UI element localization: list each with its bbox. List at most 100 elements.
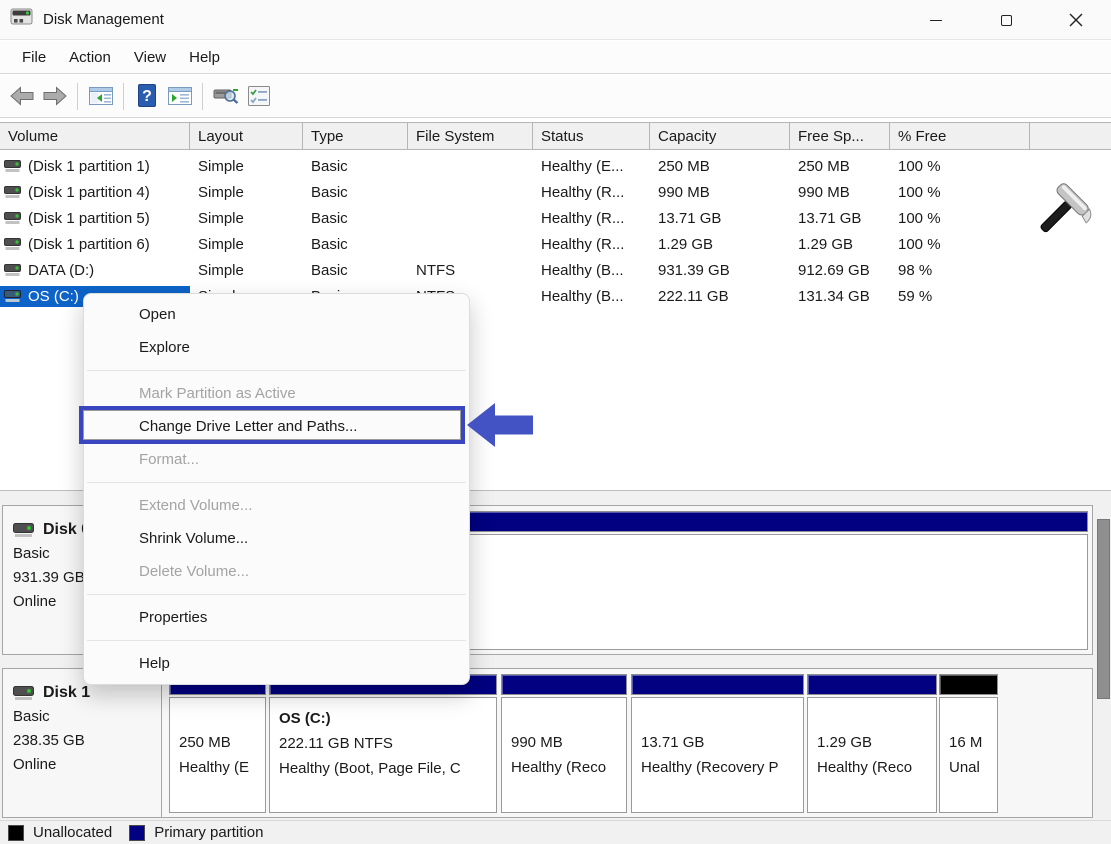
menu-separator: [87, 640, 466, 641]
scrollbar-thumb[interactable]: [1097, 519, 1110, 699]
disk-management-window: Disk Management File Action View Help: [0, 0, 1111, 844]
partition-body: 13.71 GB Healthy (Recovery P: [631, 697, 804, 813]
menu-help[interactable]: Help: [178, 49, 232, 66]
cell-free-space: 250 MB: [790, 158, 890, 175]
legend-primary-partition: Primary partition: [129, 824, 263, 841]
legend-unallocated: Unallocated: [8, 824, 112, 841]
partition-size: 990 MB: [511, 730, 617, 755]
column-header-type[interactable]: Type: [303, 123, 408, 149]
help-button[interactable]: ?: [130, 80, 163, 112]
vertical-scrollbar[interactable]: [1095, 501, 1111, 811]
cell-layout: Simple: [190, 210, 303, 227]
back-button[interactable]: [5, 80, 38, 112]
column-header-file-system[interactable]: File System: [408, 123, 533, 149]
menu-file[interactable]: File: [11, 49, 58, 66]
disk-1-name: Disk 1: [43, 681, 90, 705]
action-pane-icon: [167, 84, 193, 108]
partition-color-strip: [807, 674, 937, 695]
disk-1-type: Basic: [13, 705, 161, 729]
volume-name: (Disk 1 partition 5): [28, 210, 150, 227]
cell-pct-free: 59 %: [890, 288, 1030, 305]
cell-pct-free: 98 %: [890, 262, 1030, 279]
disk-1-partition-unallocated[interactable]: 16 M Unal: [939, 674, 998, 813]
window-title: Disk Management: [43, 11, 164, 28]
maximize-icon: [1001, 15, 1012, 26]
menu-item-properties[interactable]: Properties: [84, 601, 469, 634]
toolbar-separator: [123, 83, 124, 110]
table-row[interactable]: (Disk 1 partition 1) Simple Basic Health…: [0, 153, 1111, 179]
partition-color-strip: [631, 674, 804, 695]
cell-capacity: 990 MB: [650, 184, 790, 201]
column-header-free-space[interactable]: Free Sp...: [790, 123, 890, 149]
close-icon: [1069, 13, 1083, 27]
forward-button[interactable]: [38, 80, 71, 112]
help-icon: ?: [135, 83, 159, 109]
menu-bar: File Action View Help: [0, 41, 1111, 74]
partition-size: 16 M: [949, 730, 988, 755]
partition-body: OS (C:) 222.11 GB NTFS Healthy (Boot, Pa…: [269, 697, 497, 813]
partition-label: OS (C:): [279, 706, 487, 731]
disk-1-partition-recovery-13gb[interactable]: 13.71 GB Healthy (Recovery P: [631, 674, 804, 813]
disk-1-size: 238.35 GB: [13, 729, 161, 753]
volume-icon: [4, 290, 21, 303]
disk-1-partitions: 250 MB Healthy (E OS (C:) 222.11 GB NTFS…: [162, 669, 1092, 817]
partition-body: 16 M Unal: [939, 697, 998, 813]
table-row[interactable]: (Disk 1 partition 5) Simple Basic Health…: [0, 205, 1111, 231]
menu-item-open[interactable]: Open: [84, 298, 469, 331]
volume-name: (Disk 1 partition 4): [28, 184, 150, 201]
menu-view[interactable]: View: [123, 49, 178, 66]
column-header-pct-free[interactable]: % Free: [890, 123, 1030, 149]
partition-body: 1.29 GB Healthy (Reco: [807, 697, 937, 813]
column-header-volume[interactable]: Volume: [0, 123, 190, 149]
volume-name: (Disk 1 partition 1): [28, 158, 150, 175]
partition-status: Healthy (Reco: [817, 755, 927, 780]
volume-icon: [4, 212, 21, 225]
disk-1-info[interactable]: Disk 1 Basic 238.35 GB Online: [3, 669, 162, 817]
volume-icon: [4, 238, 21, 251]
action-pane-button[interactable]: [163, 80, 196, 112]
menu-item-explore[interactable]: Explore: [84, 331, 469, 364]
cell-type: Basic: [303, 262, 408, 279]
maximize-button[interactable]: [971, 0, 1041, 40]
legend-bar: Unallocated Primary partition: [0, 820, 1111, 844]
column-header-status[interactable]: Status: [533, 123, 650, 149]
menu-item-change-drive-letter[interactable]: Change Drive Letter and Paths...: [84, 410, 469, 443]
partition-body: 990 MB Healthy (Reco: [501, 697, 627, 813]
context-menu: Open Explore Mark Partition as Active Ch…: [83, 293, 470, 685]
table-row[interactable]: (Disk 1 partition 6) Simple Basic Health…: [0, 231, 1111, 257]
volume-name: (Disk 1 partition 6): [28, 236, 150, 253]
cell-free-space: 13.71 GB: [790, 210, 890, 227]
column-header-blank: [1030, 123, 1111, 149]
disk-1-partition-recovery-1gb[interactable]: 1.29 GB Healthy (Reco: [807, 674, 937, 813]
cell-type: Basic: [303, 236, 408, 253]
cell-pct-free: 100 %: [890, 158, 1030, 175]
menu-item-help[interactable]: Help: [84, 647, 469, 680]
disk-1-partition-recovery-990mb[interactable]: 990 MB Healthy (Reco: [501, 674, 627, 813]
column-header-capacity[interactable]: Capacity: [650, 123, 790, 149]
column-header-layout[interactable]: Layout: [190, 123, 303, 149]
disk-1-partition-1[interactable]: 250 MB Healthy (E: [169, 674, 266, 813]
disk-1-row: Disk 1 Basic 238.35 GB Online 250 MB Hea…: [2, 668, 1093, 818]
cell-capacity: 13.71 GB: [650, 210, 790, 227]
minimize-button[interactable]: [901, 0, 971, 40]
cell-capacity: 1.29 GB: [650, 236, 790, 253]
menu-item-shrink-volume[interactable]: Shrink Volume...: [84, 522, 469, 555]
partition-status: Healthy (Recovery P: [641, 755, 794, 780]
volume-name: OS (C:): [28, 288, 79, 305]
menu-action[interactable]: Action: [58, 49, 123, 66]
properties-list-icon: [246, 84, 272, 108]
properties-button[interactable]: [242, 80, 275, 112]
table-row[interactable]: DATA (D:) Simple Basic NTFS Healthy (B..…: [0, 257, 1111, 283]
close-button[interactable]: [1041, 0, 1111, 40]
cell-status: Healthy (E...: [533, 158, 650, 175]
rescan-disks-button[interactable]: [209, 80, 242, 112]
disk-1-partition-os-c[interactable]: OS (C:) 222.11 GB NTFS Healthy (Boot, Pa…: [269, 674, 497, 813]
table-row[interactable]: (Disk 1 partition 4) Simple Basic Health…: [0, 179, 1111, 205]
cell-type: Basic: [303, 210, 408, 227]
console-tree-button[interactable]: [84, 80, 117, 112]
menu-separator: [87, 482, 466, 483]
cell-layout: Simple: [190, 158, 303, 175]
partition-size: 250 MB: [179, 730, 256, 755]
menu-separator: [87, 370, 466, 371]
menu-item-extend-volume: Extend Volume...: [84, 489, 469, 522]
